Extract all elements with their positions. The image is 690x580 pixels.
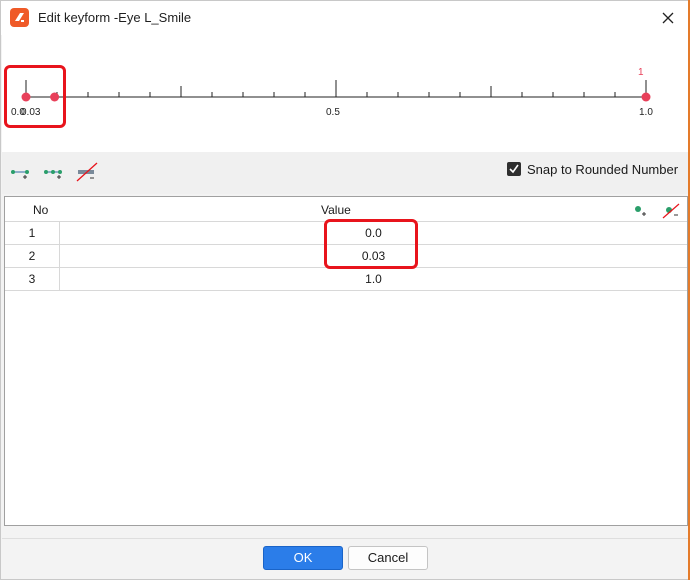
keyform-point[interactable]: [50, 92, 60, 102]
table-row[interactable]: 2 0.03: [5, 245, 687, 268]
add-key-icon: [11, 170, 29, 179]
keyform-table: No Value 1 0.0 2 0.03 3 1.0: [4, 196, 688, 526]
table-row[interactable]: 1 0.0: [5, 222, 687, 245]
close-icon: [662, 12, 674, 24]
title-bar: Edit keyform -Eye L_Smile: [1, 1, 689, 35]
cell-value[interactable]: 0.0: [60, 222, 687, 244]
keyform-point[interactable]: [21, 92, 31, 102]
add-row-icon: [635, 206, 646, 216]
table-row[interactable]: 3 1.0: [5, 268, 687, 291]
delete-key-button[interactable]: [75, 161, 99, 182]
add-key-button[interactable]: [10, 166, 34, 184]
col-header-no: No: [33, 203, 49, 217]
add-multiple-keys-icon: [44, 170, 62, 179]
footer-divider: [2, 538, 689, 539]
table-header: No Value: [5, 197, 687, 222]
snap-label: Snap to Rounded Number: [527, 162, 679, 177]
ruler-label-max: 1.0: [639, 107, 653, 118]
ok-button[interactable]: OK: [263, 546, 343, 570]
keyform-point[interactable]: [641, 92, 651, 102]
ruler-label-mid: 0.5: [326, 107, 340, 118]
remove-row-icon: [662, 203, 680, 219]
add-multiple-keys-button[interactable]: [43, 166, 67, 184]
col-header-value: Value: [321, 203, 351, 217]
selected-point-number: 1: [638, 67, 644, 78]
close-button[interactable]: [647, 1, 689, 35]
add-row-button[interactable]: [633, 203, 653, 219]
checkbox-checked-icon: [507, 162, 521, 176]
cell-no: 2: [5, 245, 60, 267]
dialog-title: Edit keyform -Eye L_Smile: [38, 10, 192, 25]
cell-no: 3: [5, 268, 60, 290]
cancel-button[interactable]: Cancel: [348, 546, 428, 570]
cubism-app-icon: [10, 8, 29, 27]
cell-value[interactable]: 0.03: [60, 245, 687, 267]
remove-row-button[interactable]: [661, 203, 681, 219]
edit-keyform-dialog: Edit keyform -Eye L_Smile 0.0 0.03 0.5 1…: [0, 0, 690, 580]
delete-key-icon: [76, 162, 98, 182]
cell-value[interactable]: 1.0: [60, 268, 687, 290]
ruler-label-point2: 0.03: [21, 107, 41, 118]
cell-no: 1: [5, 222, 60, 244]
keyform-ruler[interactable]: 0.0 0.03 0.5 1.0 1: [2, 35, 689, 152]
